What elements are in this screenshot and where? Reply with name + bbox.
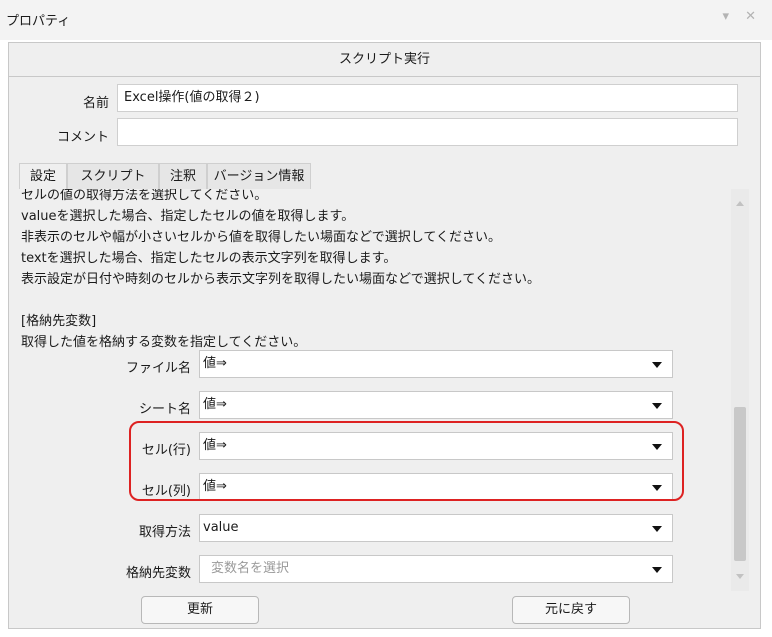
window-controls[interactable]: ▾ ✕ bbox=[722, 9, 762, 24]
revert-button[interactable]: 元に戻す bbox=[512, 596, 630, 624]
description-line: セルの値の取得方法を選択してください。 bbox=[21, 189, 268, 203]
update-button[interactable]: 更新 bbox=[141, 596, 259, 624]
comment-label: コメント bbox=[56, 130, 109, 145]
chevron-down-icon[interactable] bbox=[652, 567, 662, 573]
sheet-name-value: 値⇒ bbox=[203, 397, 227, 412]
sheet-name-select[interactable]: 値⇒ bbox=[199, 391, 673, 419]
sheet-name-label: シート名 bbox=[138, 402, 191, 417]
window-titlebar: プロパティ ▾ ✕ bbox=[0, 0, 772, 40]
description-line: [格納先変数] bbox=[21, 314, 97, 329]
tab-settings[interactable]: 設定 bbox=[19, 163, 67, 189]
chevron-down-icon[interactable] bbox=[652, 403, 662, 409]
description-line bbox=[21, 290, 721, 311]
get-method-label: 取得方法 bbox=[138, 525, 191, 540]
panel-header: スクリプト実行 bbox=[9, 43, 760, 77]
chevron-down-icon[interactable] bbox=[652, 362, 662, 368]
tab-version-info[interactable]: バージョン情報 bbox=[207, 163, 311, 189]
comment-input[interactable] bbox=[117, 118, 738, 146]
window-title: プロパティ bbox=[6, 14, 71, 29]
tab-script[interactable]: スクリプト bbox=[67, 163, 159, 189]
get-method-select[interactable]: value bbox=[199, 514, 673, 542]
settings-content: セルの値の取得方法を選択してください。 valueを選択した場合、指定したセルの… bbox=[21, 189, 732, 591]
dest-variable-placeholder: 変数名を選択 bbox=[211, 561, 290, 576]
properties-panel: スクリプト実行 名前 Excel操作(値の取得２) コメント 設定 スクリプト … bbox=[8, 42, 761, 629]
scroll-down-icon[interactable] bbox=[736, 574, 744, 579]
file-name-value: 値⇒ bbox=[203, 356, 227, 371]
description-line: 非表示のセルや幅が小さいセルから値を取得したい場面などで選択してください。 bbox=[21, 230, 501, 245]
dest-variable-label: 格納先変数 bbox=[125, 566, 191, 581]
description-line: textを選択した場合、指定したセルの表示文字列を取得します。 bbox=[21, 251, 397, 266]
file-name-label: ファイル名 bbox=[125, 361, 191, 376]
dest-variable-select[interactable]: 変数名を選択 bbox=[199, 555, 673, 583]
file-name-select[interactable]: 値⇒ bbox=[199, 350, 673, 378]
description-line: 表示設定が日付や時刻のセルから表示文字列を取得したい場面などで選択してください。 bbox=[21, 272, 540, 287]
name-input[interactable]: Excel操作(値の取得２) bbox=[117, 84, 738, 112]
scroll-up-icon[interactable] bbox=[736, 201, 744, 206]
description-text: セルの値の取得方法を選択してください。 valueを選択した場合、指定したセルの… bbox=[21, 189, 721, 353]
scroll-thumb[interactable] bbox=[734, 407, 746, 561]
vertical-scrollbar[interactable] bbox=[731, 189, 749, 591]
name-label: 名前 bbox=[82, 96, 109, 111]
description-line: valueを選択した場合、指定したセルの値を取得します。 bbox=[21, 209, 355, 224]
highlight-frame bbox=[129, 421, 684, 501]
tab-notes[interactable]: 注釈 bbox=[159, 163, 207, 189]
chevron-down-icon[interactable] bbox=[652, 526, 662, 532]
get-method-value: value bbox=[203, 520, 239, 535]
